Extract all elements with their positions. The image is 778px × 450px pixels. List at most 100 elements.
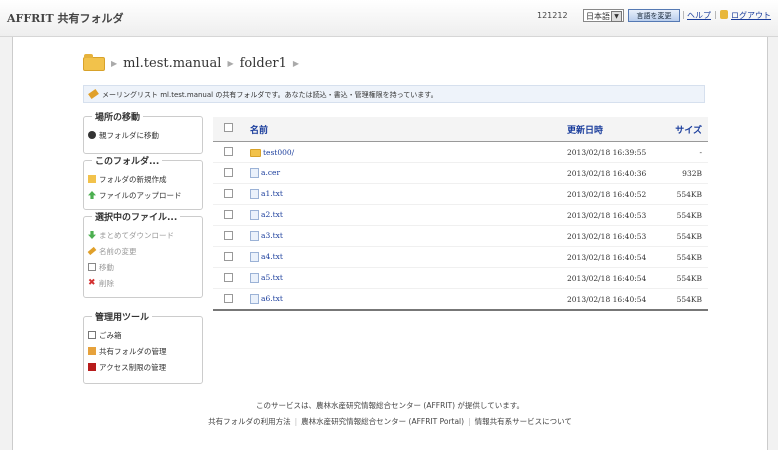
info-text: メーリングリスト ml.test.manual の共有フォルダです。あなたは読込…	[102, 91, 438, 99]
file-size: 554KB	[663, 183, 708, 205]
upload-file-link[interactable]: ファイルのアップロード	[88, 187, 198, 203]
footer-link-services[interactable]: 情報共有系サービスについて	[475, 417, 572, 426]
breadcrumb: ▶ ml.test.manual ▶ folder1 ▶	[83, 53, 300, 71]
table-row[interactable]: test000/2013/02/18 16:39:55-	[213, 141, 708, 163]
up-arrow-icon	[88, 131, 96, 139]
file-size: 554KB	[663, 246, 708, 268]
parent-folder-link[interactable]: 親フォルダに移動	[88, 127, 198, 143]
panel-title: 管理用ツール	[92, 310, 153, 323]
footer-note: このサービスは、農林水産研究情報総合センター (AFFRIT) が提供しています…	[256, 401, 524, 410]
row-checkbox[interactable]	[224, 146, 233, 156]
file-name-cell: a.cer	[249, 162, 566, 184]
file-name-link[interactable]: a.cer	[261, 168, 280, 177]
row-checkbox[interactable]	[224, 272, 233, 282]
table-header: 名前 更新日時 サイズ	[213, 117, 708, 142]
file-icon	[250, 168, 259, 178]
folder-icon	[250, 148, 261, 157]
file-name-link[interactable]: a2.txt	[261, 210, 283, 219]
table-row[interactable]: a3.txt 2013/02/18 16:40:53 554KB	[213, 225, 708, 247]
info-banner: メーリングリスト ml.test.manual の共有フォルダです。あなたは読込…	[83, 85, 705, 103]
app-title: AFFRIT 共有フォルダ	[7, 12, 124, 25]
pencil-icon	[88, 88, 99, 100]
help-link[interactable]: ヘルプ	[687, 10, 711, 21]
access-control-link[interactable]: アクセス制限の管理	[88, 359, 198, 375]
bulk-download-link[interactable]: まとめてダウンロード	[88, 227, 198, 243]
row-checkbox[interactable]	[224, 209, 233, 219]
top-bar: AFFRIT 共有フォルダ 121212 日本語 ▼ 言語を変更 | ヘルプ |…	[0, 0, 778, 37]
column-size[interactable]: サイズ	[663, 117, 708, 142]
file-name-link[interactable]: a6.txt	[261, 294, 283, 303]
chevron-down-icon[interactable]: ▼	[611, 11, 622, 22]
row-checkbox-cell	[213, 162, 249, 184]
table-row[interactable]: a6.txt 2013/02/18 16:40:54 554KB	[213, 288, 708, 311]
chevron-right-icon: ▶	[292, 59, 300, 68]
row-checkbox[interactable]	[224, 251, 233, 261]
column-name[interactable]: 名前	[249, 117, 566, 142]
row-checkbox[interactable]	[224, 167, 233, 177]
footer-link-usage[interactable]: 共有フォルダの利用方法	[208, 417, 291, 426]
table-row[interactable]: a5.txt 2013/02/18 16:40:54 554KB	[213, 267, 708, 289]
main-content: ▶ ml.test.manual ▶ folder1 ▶ メーリングリスト ml…	[12, 37, 768, 450]
shared-folder-admin-link[interactable]: 共有フォルダの管理	[88, 343, 198, 359]
file-name-cell: a6.txt	[249, 288, 566, 311]
file-name-cell: a4.txt	[249, 246, 566, 268]
divider: |	[714, 10, 717, 19]
breadcrumb-item[interactable]: folder1	[240, 56, 287, 71]
panel-item-label: 削除	[99, 278, 114, 288]
logout-icon[interactable]	[720, 10, 728, 19]
row-checkbox-cell	[213, 267, 249, 289]
row-checkbox-cell	[213, 141, 249, 163]
file-name-link[interactable]: test000/	[263, 148, 294, 157]
chevron-right-icon: ▶	[111, 59, 118, 68]
column-updated[interactable]: 更新日時	[566, 117, 663, 142]
select-all-checkbox[interactable]	[224, 123, 233, 132]
footer-links: 共有フォルダの利用方法 | 農林水産研究情報総合センター (AFFRIT Porta…	[13, 416, 767, 427]
rename-link[interactable]: 名前の変更	[87, 243, 198, 259]
select-all-cell	[213, 117, 249, 142]
folder-settings-icon	[88, 347, 96, 355]
breadcrumb-item[interactable]: ml.test.manual	[123, 56, 221, 71]
file-icon	[250, 273, 259, 283]
delete-link[interactable]: ✖ 削除	[88, 275, 198, 291]
file-updated: 2013/02/18 16:40:54	[566, 288, 663, 311]
logout-link[interactable]: ログアウト	[731, 10, 771, 21]
panel-item-label: ファイルのアップロード	[99, 190, 182, 200]
panel-this-folder: このフォルダ... フォルダの新規作成 ファイルのアップロード	[83, 154, 203, 210]
table-row[interactable]: a.cer 2013/02/18 16:40:36 932B	[213, 162, 708, 184]
file-name-link[interactable]: a3.txt	[261, 231, 283, 240]
trash-link[interactable]: ごみ箱	[88, 327, 198, 343]
file-name-cell: a1.txt	[249, 183, 566, 205]
file-name-link[interactable]: a4.txt	[261, 252, 283, 261]
footer-link-portal[interactable]: 農林水産研究情報総合センター (AFFRIT Portal)	[301, 417, 464, 426]
row-checkbox-cell	[213, 204, 249, 226]
folder-icon	[83, 53, 105, 71]
panel-item-label: アクセス制限の管理	[99, 362, 167, 372]
file-updated: 2013/02/18 16:40:52	[566, 183, 663, 205]
language-select[interactable]: 日本語 ▼	[583, 9, 624, 22]
row-checkbox[interactable]	[224, 293, 233, 303]
change-language-button[interactable]: 言語を変更	[628, 9, 680, 22]
file-name-link[interactable]: a1.txt	[261, 189, 283, 198]
panel-selected: 選択中のファイル... まとめてダウンロード 名前の変更 移動 ✖ 削除	[83, 210, 203, 298]
row-checkbox-cell	[213, 288, 249, 311]
row-checkbox[interactable]	[224, 188, 233, 198]
access-control-icon	[88, 363, 96, 371]
new-folder-link[interactable]: フォルダの新規作成	[88, 171, 198, 187]
pencil-icon	[87, 246, 97, 256]
panel-item-label: 親フォルダに移動	[99, 130, 159, 140]
move-link[interactable]: 移動	[88, 259, 198, 275]
language-value: 日本語	[586, 12, 610, 21]
file-icon	[250, 189, 259, 199]
file-name-cell: a2.txt	[249, 204, 566, 226]
row-checkbox[interactable]	[224, 230, 233, 240]
table-row[interactable]: a2.txt 2013/02/18 16:40:53 554KB	[213, 204, 708, 226]
download-icon	[88, 231, 96, 239]
divider: |	[468, 417, 471, 426]
table-row[interactable]: a4.txt 2013/02/18 16:40:54 554KB	[213, 246, 708, 268]
file-name-link[interactable]: a5.txt	[261, 273, 283, 282]
move-icon	[88, 263, 96, 271]
file-size: 554KB	[663, 225, 708, 247]
panel-title: 場所の移動	[92, 110, 144, 123]
file-updated: 2013/02/18 16:40:54	[566, 246, 663, 268]
table-row[interactable]: a1.txt 2013/02/18 16:40:52 554KB	[213, 183, 708, 205]
